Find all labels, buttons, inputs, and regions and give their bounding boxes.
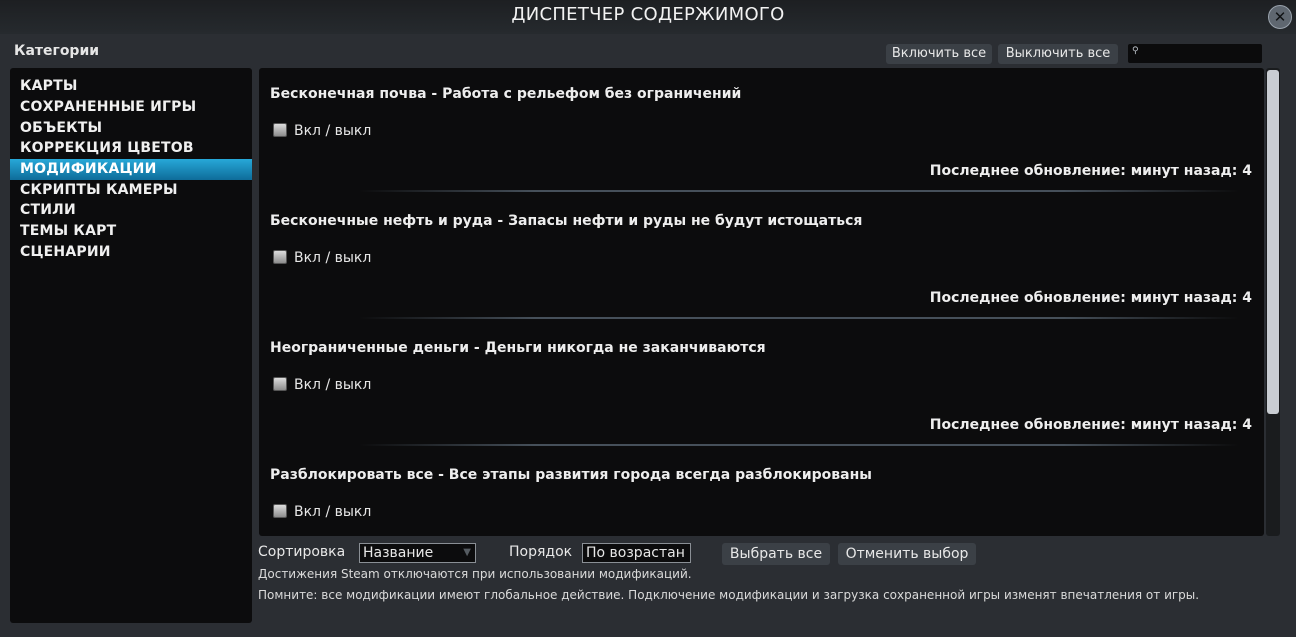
category-item-map-themes[interactable]: ТЕМЫ КАРТ xyxy=(10,221,252,242)
categories-heading: Категории xyxy=(14,43,100,59)
category-item-camera-scripts[interactable]: СКРИПТЫ КАМЕРЫ xyxy=(10,180,252,201)
category-item-color-correction[interactable]: КОРРЕКЦИЯ ЦВЕТОВ xyxy=(10,138,252,159)
disable-all-button[interactable]: Выключить все xyxy=(998,44,1118,64)
mod-last-updated: Последнее обновление: минут назад: 4 xyxy=(929,163,1252,179)
category-item-mods[interactable]: МОДИФИКАЦИИ xyxy=(10,159,252,180)
mod-toggle-checkbox[interactable] xyxy=(273,377,287,391)
order-dropdown[interactable]: По возрастан xyxy=(582,543,691,563)
deselect-button[interactable]: Отменить выбор xyxy=(838,543,976,565)
category-item-scenarios[interactable]: СЦЕНАРИИ xyxy=(10,242,252,263)
mod-toggle-label[interactable]: Вкл / выкл xyxy=(294,250,371,266)
mod-entry: Бесконечные нефть и руда - Запасы нефти … xyxy=(259,195,1264,322)
window-title: ДИСПЕТЧЕР СОДЕРЖИМОГО xyxy=(511,4,785,25)
search-input[interactable]: ⚲ xyxy=(1128,44,1262,63)
mod-toggle-checkbox[interactable] xyxy=(273,504,287,518)
mod-title: Разблокировать все - Все этапы развития … xyxy=(270,467,872,483)
mod-last-updated: Последнее обновление: минут назад: 4 xyxy=(929,417,1252,433)
order-value: По возрастан xyxy=(586,545,685,561)
mod-title: Бесконечные нефть и руда - Запасы нефти … xyxy=(270,213,863,229)
scrollbar-thumb[interactable] xyxy=(1267,70,1279,414)
mods-list: Бесконечная почва - Работа с рельефом бе… xyxy=(259,68,1264,536)
enable-all-button[interactable]: Включить все xyxy=(886,44,992,64)
mod-toggle-label[interactable]: Вкл / выкл xyxy=(294,504,371,520)
category-item-assets[interactable]: ОБЪЕКТЫ xyxy=(10,118,252,139)
mod-entry: Разблокировать все - Все этапы развития … xyxy=(259,449,1264,536)
mod-toggle-checkbox[interactable] xyxy=(273,250,287,264)
mods-scrollbar[interactable] xyxy=(1266,68,1280,536)
mod-toggle-checkbox[interactable] xyxy=(273,123,287,137)
mod-last-updated: Последнее обновление: минут назад: 4 xyxy=(929,290,1252,306)
order-label: Порядок xyxy=(509,544,573,560)
category-item-saved-games[interactable]: СОХРАНЕННЫЕ ИГРЫ xyxy=(10,97,252,118)
mod-divider xyxy=(359,190,1239,192)
mod-toggle-label[interactable]: Вкл / выкл xyxy=(294,377,371,393)
chevron-down-icon: ▼ xyxy=(463,547,471,558)
category-item-styles[interactable]: СТИЛИ xyxy=(10,200,252,221)
mod-entry: Неограниченные деньги - Деньги никогда н… xyxy=(259,322,1264,449)
mod-divider xyxy=(359,444,1239,446)
mod-entry: Бесконечная почва - Работа с рельефом бе… xyxy=(259,68,1264,195)
close-icon: ✕ xyxy=(1273,8,1287,26)
close-button[interactable]: ✕ xyxy=(1268,5,1292,29)
category-item-maps[interactable]: КАРТЫ xyxy=(10,76,252,97)
sort-label: Сортировка xyxy=(258,544,346,560)
mod-divider xyxy=(359,317,1239,319)
sort-dropdown[interactable]: Название ▼ xyxy=(359,543,476,563)
category-list: КАРТЫ СОХРАНЕННЫЕ ИГРЫ ОБЪЕКТЫ КОРРЕКЦИЯ… xyxy=(10,68,252,623)
select-all-button[interactable]: Выбрать все xyxy=(722,543,830,565)
sort-value: Название xyxy=(363,545,434,561)
global-effect-note: Помните: все модификации имеют глобально… xyxy=(258,588,1200,602)
mod-toggle-label[interactable]: Вкл / выкл xyxy=(294,123,371,139)
mod-title: Неограниченные деньги - Деньги никогда н… xyxy=(270,340,766,356)
steam-achievements-note: Достижения Steam отключаются при использ… xyxy=(258,567,692,581)
title-bar: ДИСПЕТЧЕР СОДЕРЖИМОГО ✕ xyxy=(0,0,1296,34)
mod-title: Бесконечная почва - Работа с рельефом бе… xyxy=(270,86,742,102)
search-icon: ⚲ xyxy=(1132,46,1139,56)
